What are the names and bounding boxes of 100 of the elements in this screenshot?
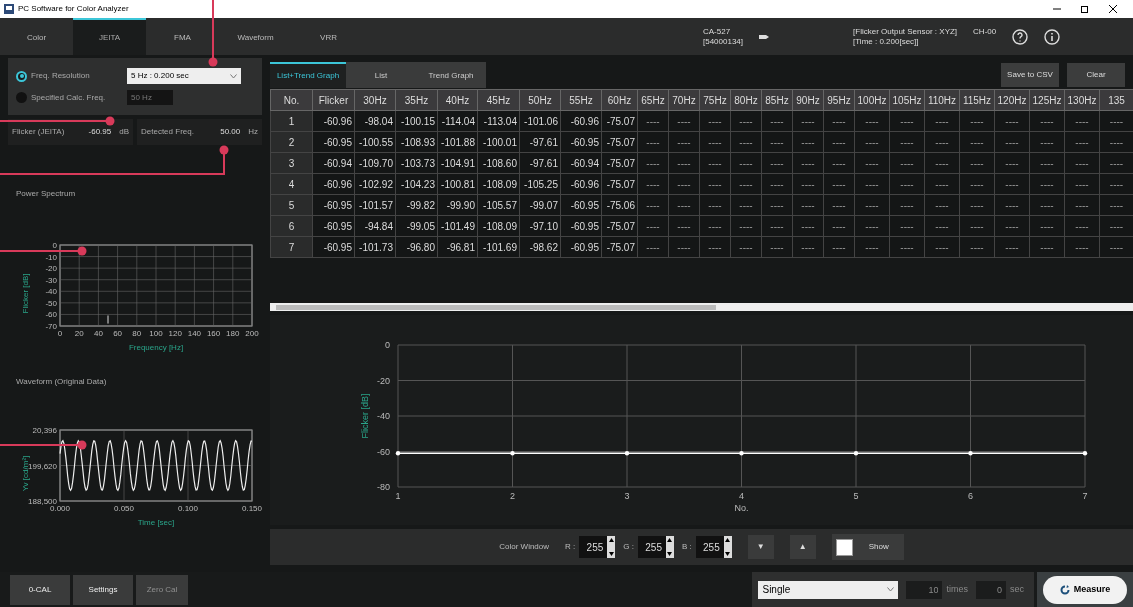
device-model: CA-527 [703, 26, 732, 37]
value-spinner[interactable]: 255 [695, 536, 732, 558]
column-header: 60Hz [601, 89, 638, 111]
column-header: No. [270, 89, 313, 111]
column-header: 125Hz [1029, 89, 1065, 111]
column-header: 105Hz [889, 89, 925, 111]
axis-tick-label: 80 [132, 329, 142, 338]
maximize-icon[interactable] [1081, 5, 1089, 13]
window-title: PC Software for Color Analyzer [18, 3, 129, 15]
row-number: 5 [270, 194, 313, 216]
column-header: 100Hz [854, 89, 890, 111]
axis-tick-label: 2 [510, 491, 515, 501]
column-header: 90Hz [792, 89, 824, 111]
column-header: 110Hz [924, 89, 960, 111]
axis-tick-label: 180 [226, 329, 240, 338]
chevron-down-icon [230, 73, 237, 79]
column-header: 75Hz [699, 89, 731, 111]
mode-dropdown[interactable]: Single [758, 580, 899, 599]
reading-value: 50.00 [220, 126, 241, 138]
reading-value: -60.95 [88, 126, 112, 138]
axis-tick-label: -20 [377, 375, 390, 386]
axis-tick-label: 0.050 [114, 504, 134, 513]
value-spinner[interactable]: 255 [579, 536, 616, 558]
channel-label: B : [681, 541, 692, 553]
view-tab[interactable]: List+Trend Graph [270, 62, 346, 88]
row-number: 4 [270, 173, 313, 195]
close-icon[interactable] [1109, 5, 1117, 13]
axis-tick-label: -60 [377, 446, 390, 457]
info-icon[interactable] [1044, 28, 1061, 45]
step-button[interactable]: ▲ [789, 535, 816, 559]
axis-tick-label: 40 [93, 329, 103, 338]
axis-tick-label: 1 [395, 491, 401, 501]
chevron-down-icon [887, 587, 895, 592]
frequency-field[interactable]: 50 Hz [127, 90, 173, 105]
axis-tick-label: 3 [624, 491, 630, 501]
sensor-info: [Time : 0.200[sec]] [853, 36, 920, 47]
column-header: 30Hz [354, 89, 396, 111]
axis-tick-label: 0 [385, 340, 390, 350]
axis-tick-label: 20,396 [32, 426, 57, 435]
axis-tick-label: 0.100 [178, 504, 198, 513]
axis-tick-label: 0 [57, 329, 63, 338]
column-header: 35Hz [395, 89, 438, 111]
view-tab[interactable]: Trend Graph [416, 62, 486, 88]
view-tab[interactable]: List [346, 62, 416, 88]
row-number: 3 [270, 152, 313, 174]
axis-tick-label: -40 [377, 411, 390, 421]
row-number: 7 [270, 236, 313, 258]
step-button[interactable]: ▼ [747, 535, 774, 559]
axis-tick-label: 100 [149, 329, 163, 338]
axis-title: Time [sec] [137, 518, 175, 527]
horizontal-scrollbar[interactable] [270, 303, 1133, 311]
column-header: 95Hz [823, 89, 855, 111]
axis-tick-label: -70 [45, 322, 57, 331]
app-icon [4, 4, 14, 14]
axis-title: Flicker [dB] [360, 393, 370, 439]
axis-tick-label: -10 [45, 252, 57, 262]
axis-title: No. [734, 503, 749, 513]
row-number: 6 [270, 215, 313, 237]
axis-tick-label: 60 [113, 329, 123, 338]
row-number: 2 [270, 131, 313, 153]
axis-tick-label: 0.000 [50, 504, 70, 513]
value-spinner[interactable]: 255 [637, 536, 674, 558]
column-header: 70Hz [668, 89, 700, 111]
reading-label: Flicker (JEITA) [12, 126, 65, 138]
radio-label: Freq. Resolution [31, 70, 91, 82]
minimize-icon[interactable] [1053, 5, 1061, 13]
action-button[interactable]: Save to CSV [1001, 62, 1059, 87]
refresh-icon [1059, 584, 1070, 595]
help-icon[interactable] [1012, 28, 1029, 45]
device-serial: [54000134] [703, 36, 744, 47]
channel-label: R : [565, 541, 576, 553]
radio-label: Specified Calc. Freq. [31, 91, 107, 104]
axis-tick-label: 0 [52, 241, 57, 250]
action-button[interactable]: Clear [1067, 62, 1125, 87]
unit-label: sec [1010, 582, 1024, 596]
unit-label: times [946, 582, 968, 596]
chart-title: Waveform (Original Data) [16, 376, 107, 388]
column-header: 40Hz [437, 89, 478, 111]
measure-button[interactable]: Measure [1043, 575, 1127, 604]
toolbar-button[interactable]: Settings [73, 574, 133, 605]
axis-tick-label: 0.150 [242, 504, 262, 513]
show-button[interactable]: Show [831, 534, 904, 560]
radio-button[interactable] [16, 70, 27, 82]
axis-tick-label: -50 [45, 298, 57, 308]
axis-tick-label: 6 [968, 491, 973, 501]
axis-tick-label: -20 [45, 264, 57, 274]
column-header: 85Hz [761, 89, 793, 111]
channel-label: CH-00 [973, 26, 997, 38]
column-header: 50Hz [519, 89, 561, 111]
radio-button[interactable] [16, 92, 27, 103]
mode-tab[interactable]: JEITA [73, 18, 146, 55]
axis-tick-label: -80 [377, 482, 390, 492]
toolbar-button[interactable]: 0-CAL [10, 574, 70, 605]
chart-title: Power Spectrum [16, 188, 76, 200]
resolution-dropdown[interactable]: 5 Hz : 0.200 sec [127, 68, 241, 84]
column-header: 55Hz [560, 89, 602, 111]
column-header: 65Hz [637, 89, 669, 111]
reading-unit: dB [119, 126, 129, 138]
axis-tick-label: 140 [187, 329, 202, 338]
axis-tick-label: 5 [853, 491, 859, 501]
